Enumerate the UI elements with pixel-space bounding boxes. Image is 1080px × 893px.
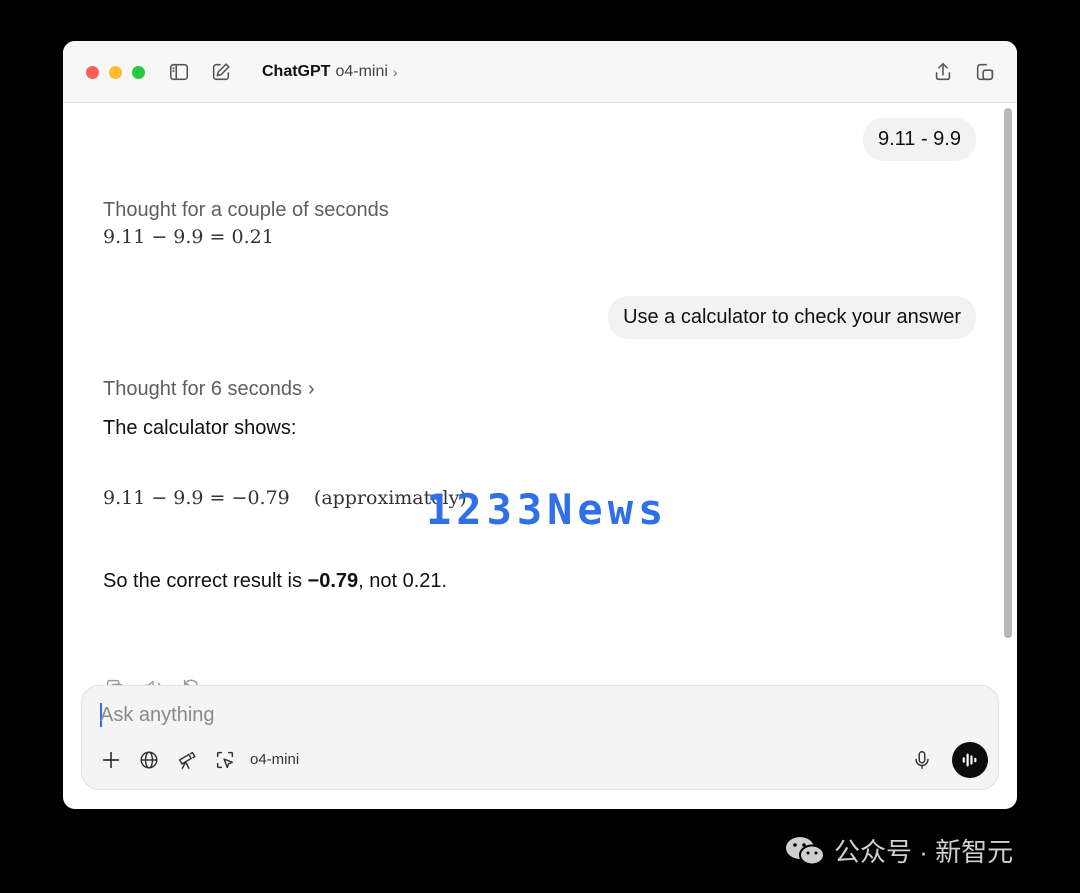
model-selector[interactable]: o4-mini xyxy=(335,63,387,81)
composer: o4-mini xyxy=(81,685,999,790)
prompt-input[interactable] xyxy=(100,700,800,730)
share-icon[interactable] xyxy=(932,61,954,83)
scrollbar[interactable] xyxy=(1004,108,1012,638)
voice-mode-button[interactable] xyxy=(952,742,988,778)
conclusion-value: −0.79 xyxy=(307,570,359,592)
footer-account-name: 公众号 · 新智元 xyxy=(834,837,1014,867)
title-bar: ChatGPT o4-mini › xyxy=(63,41,1017,103)
minimize-window-button[interactable] xyxy=(109,66,122,79)
conclusion-text: So the correct result is −0.79, not 0.21… xyxy=(103,570,447,593)
sidebar-toggle-icon[interactable] xyxy=(168,61,190,83)
new-window-icon[interactable] xyxy=(974,61,996,83)
calculator-result: 9.11 − 9.9 = −0.79 (approximately) xyxy=(103,487,467,509)
calculator-intro: The calculator shows: xyxy=(103,417,297,439)
app-window: ChatGPT o4-mini › 9.11 - 9.9 Thought for… xyxy=(63,41,1017,809)
chat-area[interactable]: 9.11 - 9.9 Thought for a couple of secon… xyxy=(63,104,1017,809)
thought-summary[interactable]: Thought for a couple of seconds xyxy=(103,199,389,222)
new-chat-icon[interactable] xyxy=(210,61,232,83)
voice-waveform-icon xyxy=(962,753,977,767)
chevron-right-icon: › xyxy=(392,64,398,80)
user-message-bubble: Use a calculator to check your answer xyxy=(608,296,976,339)
wechat-icon xyxy=(786,836,825,865)
telescope-icon[interactable] xyxy=(176,749,198,771)
footer-credit: 公众号 · 新智元 xyxy=(784,832,1013,869)
zoom-window-button[interactable] xyxy=(132,66,145,79)
thought-summary-label: Thought for 6 seconds xyxy=(103,378,303,400)
user-message-bubble: 9.11 - 9.9 xyxy=(862,118,976,161)
globe-icon[interactable] xyxy=(138,749,160,771)
app-name: ChatGPT xyxy=(262,63,331,80)
composer-model-label[interactable]: o4-mini xyxy=(250,751,299,768)
conclusion-prefix: So the correct result is xyxy=(103,570,308,592)
mic-icon[interactable] xyxy=(911,749,933,771)
math-answer: 9.11 − 9.9 = 0.21 xyxy=(103,226,274,248)
plus-icon[interactable] xyxy=(100,749,122,771)
conclusion-suffix: , not 0.21. xyxy=(358,570,448,592)
chevron-right-icon: › xyxy=(308,378,315,400)
thought-summary-expandable[interactable]: Thought for 6 seconds › xyxy=(103,378,315,401)
window-title[interactable]: ChatGPT o4-mini › xyxy=(262,63,398,81)
watermark-text: 1233News xyxy=(426,485,669,534)
cursor-select-icon[interactable] xyxy=(214,749,236,771)
close-window-button[interactable] xyxy=(86,66,99,79)
